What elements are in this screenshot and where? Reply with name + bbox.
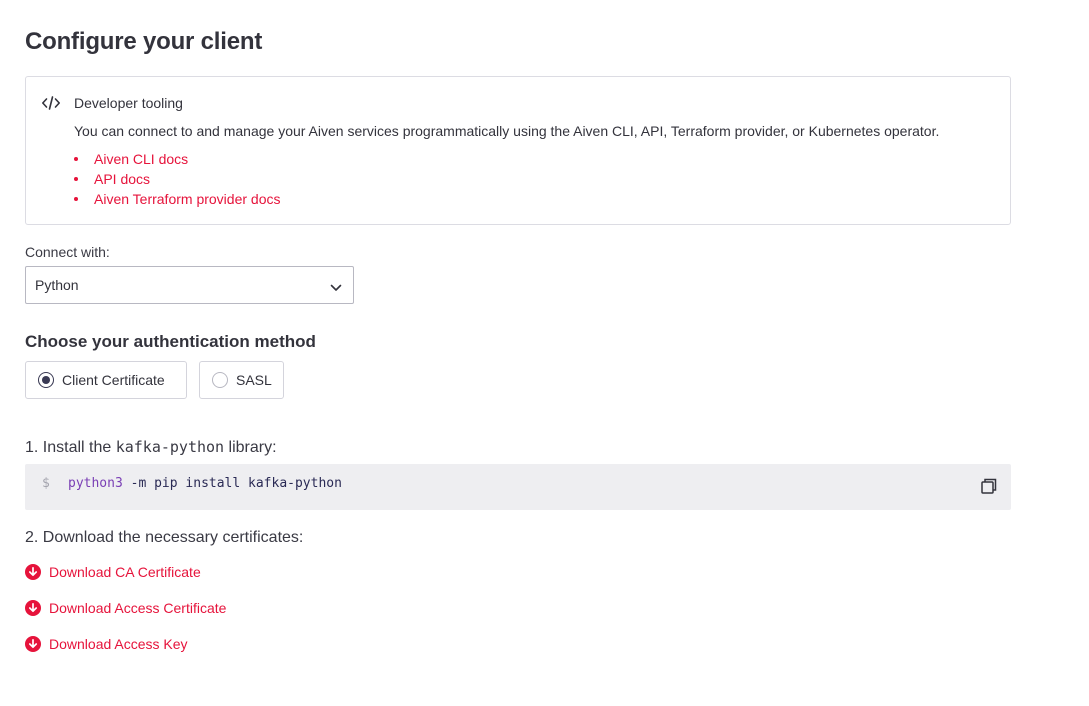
install-command: python3 -m pip install kafka-python: [68, 476, 342, 491]
developer-tooling-title: Developer tooling: [74, 95, 183, 111]
command-args: -m pip install kafka-python: [122, 476, 342, 491]
code-icon: [41, 94, 61, 112]
step-1-suffix: library:: [224, 439, 277, 456]
auth-method-heading: Choose your authentication method: [25, 332, 316, 351]
download-label: Download Access Key: [49, 636, 188, 652]
download-icon: [25, 564, 41, 580]
download-label: Download CA Certificate: [49, 564, 201, 580]
aiven-cli-docs-link[interactable]: Aiven CLI docs: [94, 151, 188, 167]
download-icon: [25, 636, 41, 652]
terraform-provider-docs-link[interactable]: Aiven Terraform provider docs: [94, 191, 280, 207]
radio-sasl[interactable]: SASL: [199, 361, 284, 399]
bullet: [74, 177, 78, 181]
bullet: [74, 197, 78, 201]
library-name: kafka-python: [115, 438, 225, 456]
bullet: [74, 157, 78, 161]
step-2-label: 2. Download the necessary certificates:: [25, 529, 304, 546]
step-1-prefix: 1. Install the: [25, 439, 116, 456]
connect-with-select[interactable]: Python: [25, 266, 354, 304]
developer-tooling-panel: Developer tooling You can connect to and…: [25, 76, 1011, 225]
radio-client-certificate[interactable]: Client Certificate: [25, 361, 187, 399]
api-docs-link[interactable]: API docs: [94, 171, 150, 187]
download-ca-certificate-link[interactable]: Download CA Certificate: [25, 563, 201, 581]
chevron-down-icon: [330, 280, 342, 291]
step-1-label: 1. Install the kafka-python library:: [25, 438, 277, 457]
radio-button-checked[interactable]: [38, 372, 54, 388]
download-label: Download Access Certificate: [49, 600, 227, 616]
page-title: Configure your client: [25, 28, 263, 55]
developer-tooling-description: You can connect to and manage your Aiven…: [74, 123, 940, 139]
radio-button-unchecked[interactable]: [212, 372, 228, 388]
shell-prompt: $: [42, 476, 50, 491]
download-icon: [25, 600, 41, 616]
command-name: python3: [68, 476, 123, 491]
list-item: Aiven Terraform provider docs: [74, 189, 280, 209]
install-command-block: $ python3 -m pip install kafka-python: [25, 464, 1011, 510]
download-access-key-link[interactable]: Download Access Key: [25, 635, 188, 653]
connect-with-label: Connect with:: [25, 244, 110, 260]
copy-icon[interactable]: [980, 477, 998, 495]
radio-label: Client Certificate: [62, 372, 165, 388]
list-item: Aiven CLI docs: [74, 149, 280, 169]
download-access-certificate-link[interactable]: Download Access Certificate: [25, 599, 226, 617]
developer-tooling-links: Aiven CLI docs API docs Aiven Terraform …: [74, 149, 280, 209]
radio-label: SASL: [236, 372, 272, 388]
connect-with-value: Python: [35, 277, 79, 293]
list-item: API docs: [74, 169, 280, 189]
